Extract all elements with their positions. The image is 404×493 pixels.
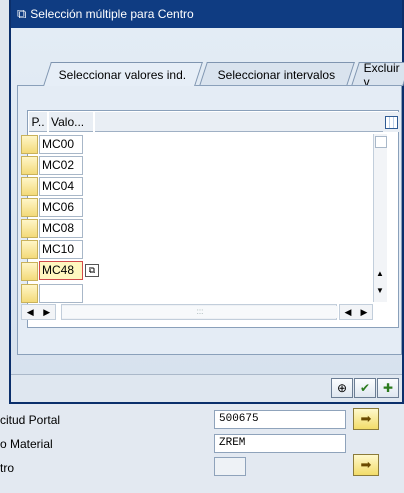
table-row-value[interactable]: MC10	[39, 240, 83, 259]
row-selector[interactable]	[21, 156, 38, 175]
column-header-filler	[95, 112, 383, 132]
bg-label-portal: citud Portal	[0, 413, 61, 427]
bg-label-centro: tro	[0, 461, 15, 475]
value-help-button[interactable]: ⧉	[85, 264, 99, 277]
hscroll-left-controls[interactable]: ◀ ▶	[21, 304, 56, 320]
scroll-left-icon[interactable]: ◀	[345, 307, 352, 318]
portal-select-button[interactable]: ➡	[353, 408, 379, 430]
table-row-value[interactable]: MC02	[39, 156, 83, 175]
dialog-title-bar: ⧉ Selección múltiple para Centro	[11, 0, 402, 28]
table-settings-button[interactable]	[383, 112, 399, 132]
row-selector[interactable]	[21, 177, 38, 196]
horizontal-scrollbar[interactable]: :::	[61, 304, 338, 320]
row-selector[interactable]	[21, 262, 38, 281]
table-row-value[interactable]: MC00	[39, 135, 83, 154]
copy-button[interactable]: ✔	[354, 378, 376, 398]
centro-multi-select-button[interactable]: ➡	[353, 454, 379, 476]
scroll-thumb[interactable]	[375, 136, 387, 148]
table-row-value[interactable]: MC08	[39, 219, 83, 238]
arrow-right-icon: ➡	[360, 411, 372, 426]
check-icon: ✔	[359, 381, 371, 395]
multi-check-button[interactable]: ✚	[377, 378, 399, 398]
tab-exclude[interactable]: Excluir v	[351, 61, 404, 89]
arrow-right-icon: ➡	[360, 457, 372, 472]
row-selector[interactable]	[21, 198, 38, 217]
row-selector[interactable]	[21, 284, 38, 303]
tab-single-values[interactable]: Seleccionar valores ind.	[43, 62, 203, 86]
table-row-value[interactable]: MC04	[39, 177, 83, 196]
table-row-value-empty[interactable]	[39, 284, 83, 303]
hscroll-thumb[interactable]: :::	[62, 306, 338, 318]
tab-single-values-label: Seleccionar valores ind.	[59, 67, 187, 82]
column-header-p[interactable]: P..	[29, 112, 47, 132]
column-settings-icon	[384, 115, 398, 129]
execute-icon: ⊕	[336, 381, 348, 395]
value-help-icon: ⧉	[88, 265, 96, 275]
row-selector[interactable]	[21, 240, 38, 259]
bg-label-material: o Material	[0, 437, 53, 451]
multiple-selection-dialog: ⧉ Selección múltiple para Centro Selecci…	[9, 0, 404, 404]
dialog-window-icon: ⧉	[17, 6, 27, 21]
execute-button[interactable]: ⊕	[331, 378, 353, 398]
dialog-footer: ⊕ ✔ ✚	[11, 374, 402, 402]
row-selector[interactable]	[21, 219, 38, 238]
bg-field-portal[interactable]: 500675	[214, 410, 346, 429]
scroll-up-icon[interactable]: ▲	[376, 269, 384, 278]
vertical-scrollbar[interactable]: ▲ ▼	[373, 134, 387, 302]
tab-intervals[interactable]: Seleccionar intervalos	[199, 62, 355, 86]
scroll-left-icon[interactable]: ◀	[27, 307, 34, 318]
bg-field-material[interactable]: ZREM	[214, 434, 346, 453]
scroll-right-icon[interactable]: ▶	[361, 307, 368, 318]
hscroll-right-controls[interactable]: ◀ ▶	[339, 304, 373, 320]
bg-field-centro[interactable]	[214, 457, 246, 476]
tab-intervals-label: Seleccionar intervalos	[218, 67, 336, 82]
table-row-value-focused[interactable]: MC48	[39, 261, 83, 280]
row-selector[interactable]	[21, 135, 38, 154]
dialog-title: Selección múltiple para Centro	[30, 7, 194, 21]
multi-check-icon: ✚	[382, 381, 394, 395]
scroll-right-icon[interactable]: ▶	[43, 307, 50, 318]
scroll-down-icon[interactable]: ▼	[376, 286, 384, 295]
column-header-value[interactable]: Valo...	[49, 112, 93, 132]
table-row-value[interactable]: MC06	[39, 198, 83, 217]
